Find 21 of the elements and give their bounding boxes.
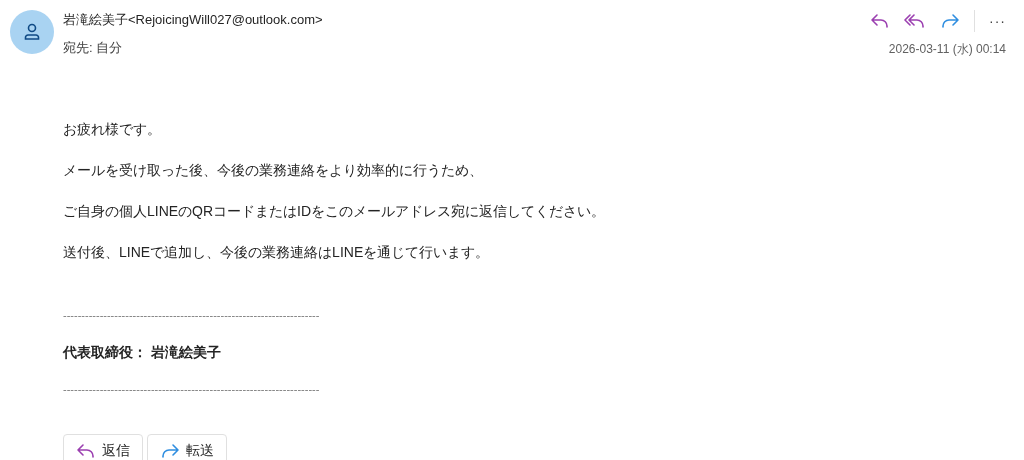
body-text: ご自身の個人LINEのQRコードまたはIDをこのメールアドレス宛に返信してください。	[63, 203, 606, 219]
recipient-label: 宛先:	[63, 39, 93, 55]
reply-icon	[76, 442, 96, 459]
reply-icon[interactable]	[870, 13, 890, 29]
forward-icon	[160, 442, 180, 459]
body-text: お疲れ様です。	[63, 121, 161, 137]
signature-text: 代表取締役： 岩滝絵美子	[63, 344, 221, 360]
date-text: 2026-03-11 (水) 00:14	[888, 41, 1006, 58]
body-text: 送付後、LINEで追加し、今後の業務連絡はLINEを通じて行います。	[63, 244, 490, 260]
reply-button[interactable]: 返信	[63, 434, 143, 460]
avatar-icon	[10, 10, 54, 54]
dashed-line: ----------------------------------------------------------------------	[63, 383, 320, 395]
forward-button[interactable]: 転送	[147, 434, 227, 460]
forward-icon[interactable]	[940, 13, 960, 29]
body-text: メールを受け取った後、今後の業務連絡をより効率的に行うため、	[63, 162, 483, 178]
more-button[interactable]: ···	[989, 10, 1006, 32]
dashed-line: ----------------------------------------------------------------------	[63, 309, 320, 321]
sender-name[interactable]: 岩滝絵美子	[63, 12, 128, 27]
recipient-value: 自分	[96, 39, 123, 55]
sender-address: <RejoicingWill027@outlook.com>	[128, 12, 323, 27]
reply-all-icon[interactable]	[904, 13, 926, 29]
